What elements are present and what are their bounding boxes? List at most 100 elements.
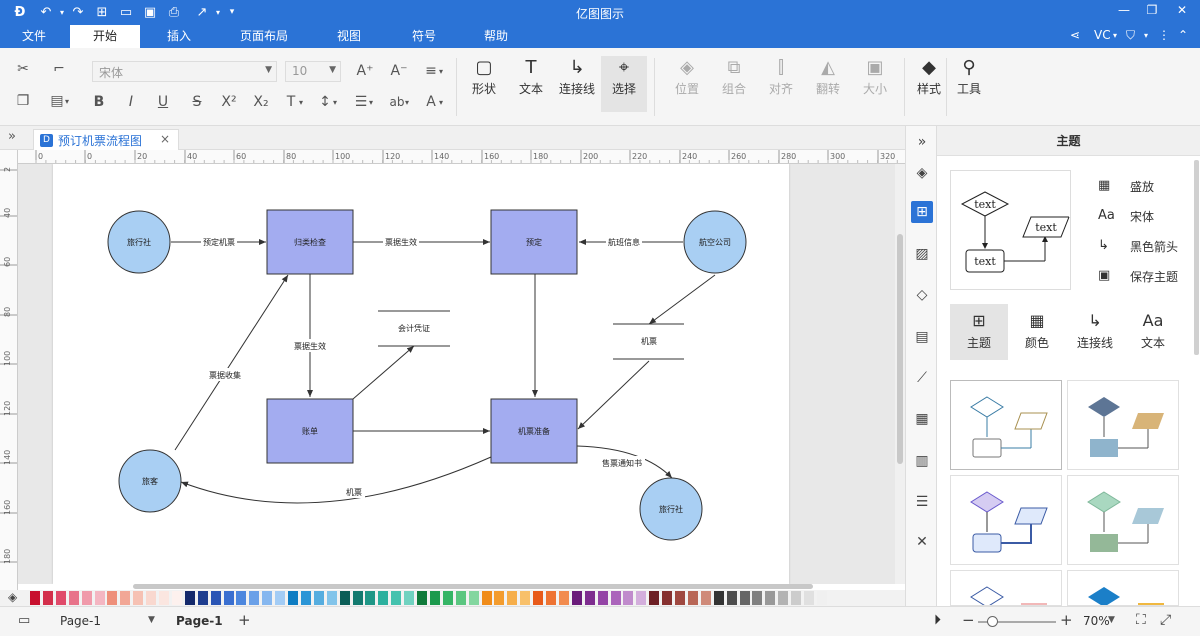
color-swatch[interactable] [816, 591, 827, 605]
skin-dropdown-icon[interactable]: ▾ [1144, 31, 1148, 40]
color-swatch[interactable] [481, 591, 492, 605]
close-icon[interactable]: ✕ [1170, 3, 1194, 21]
color-swatch[interactable] [42, 591, 53, 605]
customize-quick-access-icon[interactable]: ▾ [222, 3, 242, 21]
skin-icon[interactable]: ⛉ [1126, 28, 1135, 43]
share-icon[interactable]: ⋖ [1070, 28, 1080, 42]
edge-bill-to-accounting[interactable] [352, 345, 415, 400]
tab-page-layout[interactable]: 页面布局 [235, 25, 293, 48]
color-swatch[interactable] [184, 591, 195, 605]
color-swatch[interactable] [455, 591, 466, 605]
panel-tab-connector[interactable]: ↳ 连接线 [1066, 304, 1124, 360]
decrease-font-icon[interactable]: A⁻ [388, 60, 410, 82]
color-swatch[interactable] [30, 591, 40, 605]
table-icon[interactable]: ▦ [911, 408, 933, 430]
color-swatch[interactable] [223, 591, 234, 605]
color-swatch[interactable] [146, 591, 157, 605]
scrollbar-thumb[interactable] [133, 584, 813, 589]
color-swatch[interactable] [391, 591, 402, 605]
color-swatch[interactable] [765, 591, 776, 605]
color-swatch[interactable] [404, 591, 415, 605]
minimize-icon[interactable]: — [1112, 3, 1136, 21]
save-icon[interactable]: ▣ [140, 3, 160, 21]
color-swatch[interactable] [313, 591, 324, 605]
theme-thumbnail[interactable] [1067, 475, 1179, 565]
theme-thumbnail[interactable] [950, 570, 1062, 606]
expand-library-icon[interactable]: » [8, 129, 16, 144]
color-swatch[interactable] [417, 591, 427, 605]
color-swatch[interactable] [55, 591, 66, 605]
drawing-canvas[interactable]: 旅行社 归类检查 预定 航空公司 会计凭证 机票 账单 机票准备 旅客 旅行社 … [18, 164, 895, 584]
collapse-panel-icon[interactable]: » [911, 131, 933, 153]
color-swatch[interactable] [339, 591, 350, 605]
more-icon[interactable]: ⋮ [1158, 28, 1170, 42]
bold-icon[interactable]: B [88, 91, 110, 113]
font-family-select[interactable]: 宋体 ▼ [92, 61, 277, 82]
color-swatch[interactable] [791, 591, 802, 605]
color-swatch[interactable] [662, 591, 673, 605]
close-tab-icon[interactable]: × [160, 132, 170, 146]
position-button[interactable]: ◈ 位置 [664, 56, 710, 112]
theme-thumbnail[interactable] [950, 475, 1062, 565]
font-color-dropdown-icon[interactable]: ▾ [436, 91, 446, 113]
color-swatch[interactable] [288, 591, 298, 605]
color-swatch[interactable] [236, 591, 247, 605]
color-swatch[interactable] [468, 591, 479, 605]
color-swatch[interactable] [68, 591, 79, 605]
color-swatch[interactable] [120, 591, 131, 605]
page-icon[interactable]: ▤ [911, 326, 933, 348]
user-account[interactable]: VC [1094, 28, 1111, 42]
theme-thumbnail[interactable] [950, 380, 1062, 470]
color-swatch[interactable] [107, 591, 118, 605]
select-button[interactable]: ⌖ 选择 [601, 56, 647, 112]
color-swatch[interactable] [584, 591, 595, 605]
case-dropdown-icon[interactable]: ▾ [402, 91, 412, 113]
page-selector-dropdown-icon[interactable]: ▼ [148, 615, 155, 625]
text-button[interactable]: T 文本 [508, 56, 554, 112]
layers-icon[interactable]: ◇ [911, 284, 933, 306]
color-swatch[interactable] [610, 591, 621, 605]
flip-button[interactable]: ◭ 翻转 [805, 56, 851, 112]
mindmap-icon[interactable]: ✕ [911, 531, 933, 553]
image-icon[interactable]: ▨ [911, 243, 933, 265]
increase-font-icon[interactable]: A⁺ [354, 60, 376, 82]
color-swatch[interactable] [365, 591, 376, 605]
color-swatch[interactable] [713, 591, 724, 605]
org-icon[interactable]: ▥ [911, 450, 933, 472]
color-swatch[interactable] [507, 591, 518, 605]
color-swatch[interactable] [275, 591, 286, 605]
tab-insert[interactable]: 插入 [155, 25, 203, 48]
play-icon[interactable]: ⏵ [934, 612, 941, 628]
edge-airline-to-ticket[interactable] [648, 274, 716, 325]
color-swatch[interactable] [197, 591, 208, 605]
color-swatch[interactable] [726, 591, 737, 605]
panel-scrollbar[interactable] [1194, 160, 1199, 355]
color-swatch[interactable] [249, 591, 260, 605]
font-size-select[interactable]: 10 ▼ [285, 61, 341, 82]
color-swatch[interactable] [352, 591, 363, 605]
tools-button[interactable]: ⚲ 工具 [946, 56, 992, 112]
horizontal-scrollbar[interactable] [18, 582, 895, 590]
fill-bucket-icon[interactable]: ◈ [8, 590, 17, 604]
tab-home[interactable]: 开始 [70, 25, 140, 48]
color-swatch[interactable] [687, 591, 698, 605]
color-swatch[interactable] [700, 591, 711, 605]
color-swatch[interactable] [171, 591, 182, 605]
shape-button[interactable]: ▢ 形状 [461, 56, 507, 112]
italic-icon[interactable]: I [120, 91, 142, 113]
color-swatch[interactable] [649, 591, 660, 605]
open-folder-icon[interactable]: ▭ [116, 3, 136, 21]
color-swatch[interactable] [623, 591, 634, 605]
new-file-icon[interactable]: ⊞ [92, 3, 112, 21]
color-swatch[interactable] [133, 591, 144, 605]
chart-icon[interactable]: ⟋ [911, 367, 933, 389]
diagram-page[interactable]: 旅行社 归类检查 预定 航空公司 会计凭证 机票 账单 机票准备 旅客 旅行社 … [53, 164, 789, 584]
collapse-ribbon-icon[interactable]: ⌃ [1178, 28, 1188, 42]
size-button[interactable]: ▣ 大小 [852, 56, 898, 112]
fullscreen-icon[interactable]: ⤢ [1160, 612, 1171, 628]
theme-option-save[interactable]: ▣ 保存主题 [1098, 268, 1178, 285]
list-icon[interactable]: ☰ [911, 491, 933, 513]
edge-ticket-to-prep[interactable] [577, 360, 650, 430]
copy-icon[interactable]: ❐ [12, 90, 34, 112]
zoom-out-icon[interactable]: − [962, 611, 975, 629]
